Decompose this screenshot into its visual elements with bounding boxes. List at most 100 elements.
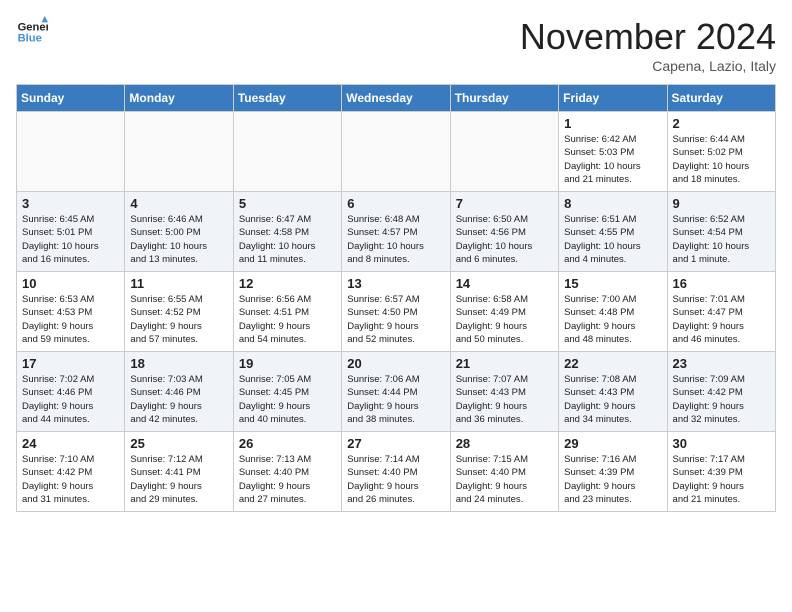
- day-number: 15: [564, 276, 661, 291]
- calendar-cell: 10Sunrise: 6:53 AM Sunset: 4:53 PM Dayli…: [17, 272, 125, 352]
- calendar-cell: 26 Sunrise: 7:13 AM Sunset: 4:40 PM Dayli…: [233, 432, 341, 512]
- day-info: Sunrise: 7:06 AM Sunset: 4:44 PM Dayligh…: [347, 373, 444, 426]
- day-info: Sunrise: 6:44 AM Sunset: 5:02 PM Dayligh…: [673, 133, 770, 186]
- day-number: 21: [456, 356, 553, 371]
- calendar-cell: 21 Sunrise: 7:07 AM Sunset: 4:43 PM Dayli…: [450, 352, 558, 432]
- calendar-cell: 25 Sunrise: 7:12 AM Sunset: 4:41 PM Dayli…: [125, 432, 233, 512]
- day-info: Sunrise: 6:55 AM Sunset: 4:52 PM Dayligh…: [130, 293, 227, 346]
- calendar-cell: [17, 112, 125, 192]
- calendar-cell: 18 Sunrise: 7:03 AM Sunset: 4:46 PM Dayli…: [125, 352, 233, 432]
- day-info: Sunrise: 6:57 AM Sunset: 4:50 PM Dayligh…: [347, 293, 444, 346]
- day-number: 14: [456, 276, 553, 291]
- calendar-cell: 29 Sunrise: 7:16 AM Sunset: 4:39 PM Dayli…: [559, 432, 667, 512]
- svg-text:Blue: Blue: [18, 33, 42, 45]
- weekday-header: Monday: [125, 85, 233, 112]
- calendar-week-row: 24 Sunrise: 7:10 AM Sunset: 4:42 PM Dayli…: [17, 432, 776, 512]
- calendar-cell: 9Sunrise: 6:52 AM Sunset: 4:54 PM Daylig…: [667, 192, 775, 272]
- day-number: 19: [239, 356, 336, 371]
- location: Capena, Lazio, Italy: [520, 58, 776, 74]
- day-info: Sunrise: 6:58 AM Sunset: 4:49 PM Dayligh…: [456, 293, 553, 346]
- calendar-week-row: 17 Sunrise: 7:02 AM Sunset: 4:46 PM Dayli…: [17, 352, 776, 432]
- calendar-cell: 4 Sunrise: 6:46 AM Sunset: 5:00 PM Daylig…: [125, 192, 233, 272]
- day-number: 9: [673, 196, 770, 211]
- calendar-week-row: 3 Sunrise: 6:45 AM Sunset: 5:01 PM Daylig…: [17, 192, 776, 272]
- day-info: Sunrise: 7:07 AM Sunset: 4:43 PM Dayligh…: [456, 373, 553, 426]
- day-number: 6: [347, 196, 444, 211]
- calendar-cell: 3 Sunrise: 6:45 AM Sunset: 5:01 PM Daylig…: [17, 192, 125, 272]
- day-number: 3: [22, 196, 119, 211]
- day-info: Sunrise: 7:01 AM Sunset: 4:47 PM Dayligh…: [673, 293, 770, 346]
- day-info: Sunrise: 7:16 AM Sunset: 4:39 PM Dayligh…: [564, 453, 661, 506]
- calendar-cell: 5 Sunrise: 6:47 AM Sunset: 4:58 PM Daylig…: [233, 192, 341, 272]
- day-info: Sunrise: 7:03 AM Sunset: 4:46 PM Dayligh…: [130, 373, 227, 426]
- day-info: Sunrise: 7:12 AM Sunset: 4:41 PM Dayligh…: [130, 453, 227, 506]
- calendar-table: SundayMondayTuesdayWednesdayThursdayFrid…: [16, 84, 776, 512]
- day-info: Sunrise: 7:17 AM Sunset: 4:39 PM Dayligh…: [673, 453, 770, 506]
- day-info: Sunrise: 7:15 AM Sunset: 4:40 PM Dayligh…: [456, 453, 553, 506]
- calendar-cell: [125, 112, 233, 192]
- weekday-header: Thursday: [450, 85, 558, 112]
- calendar-week-row: 10Sunrise: 6:53 AM Sunset: 4:53 PM Dayli…: [17, 272, 776, 352]
- logo: General Blue: [16, 16, 48, 48]
- calendar-cell: 30 Sunrise: 7:17 AM Sunset: 4:39 PM Dayli…: [667, 432, 775, 512]
- day-number: 7: [456, 196, 553, 211]
- day-number: 26: [239, 436, 336, 451]
- day-info: Sunrise: 7:00 AM Sunset: 4:48 PM Dayligh…: [564, 293, 661, 346]
- calendar-cell: [450, 112, 558, 192]
- day-number: 24: [22, 436, 119, 451]
- day-number: 20: [347, 356, 444, 371]
- calendar-cell: 13Sunrise: 6:57 AM Sunset: 4:50 PM Dayli…: [342, 272, 450, 352]
- day-number: 12: [239, 276, 336, 291]
- day-info: Sunrise: 6:46 AM Sunset: 5:00 PM Dayligh…: [130, 213, 227, 266]
- calendar-cell: [342, 112, 450, 192]
- calendar-cell: 27 Sunrise: 7:14 AM Sunset: 4:40 PM Dayli…: [342, 432, 450, 512]
- day-info: Sunrise: 6:45 AM Sunset: 5:01 PM Dayligh…: [22, 213, 119, 266]
- logo-icon: General Blue: [16, 16, 48, 48]
- weekday-header: Wednesday: [342, 85, 450, 112]
- day-info: Sunrise: 6:50 AM Sunset: 4:56 PM Dayligh…: [456, 213, 553, 266]
- day-number: 18: [130, 356, 227, 371]
- calendar-cell: 17 Sunrise: 7:02 AM Sunset: 4:46 PM Dayli…: [17, 352, 125, 432]
- day-number: 8: [564, 196, 661, 211]
- calendar-cell: 11 Sunrise: 6:55 AM Sunset: 4:52 PM Dayli…: [125, 272, 233, 352]
- day-info: Sunrise: 6:53 AM Sunset: 4:53 PM Dayligh…: [22, 293, 119, 346]
- calendar-cell: 19 Sunrise: 7:05 AM Sunset: 4:45 PM Dayli…: [233, 352, 341, 432]
- day-number: 5: [239, 196, 336, 211]
- day-number: 28: [456, 436, 553, 451]
- calendar-cell: 22Sunrise: 7:08 AM Sunset: 4:43 PM Dayli…: [559, 352, 667, 432]
- day-info: Sunrise: 6:48 AM Sunset: 4:57 PM Dayligh…: [347, 213, 444, 266]
- calendar-cell: 15 Sunrise: 7:00 AM Sunset: 4:48 PM Dayli…: [559, 272, 667, 352]
- day-info: Sunrise: 6:47 AM Sunset: 4:58 PM Dayligh…: [239, 213, 336, 266]
- day-number: 16: [673, 276, 770, 291]
- day-number: 25: [130, 436, 227, 451]
- weekday-header: Sunday: [17, 85, 125, 112]
- day-info: Sunrise: 7:05 AM Sunset: 4:45 PM Dayligh…: [239, 373, 336, 426]
- day-number: 17: [22, 356, 119, 371]
- day-info: Sunrise: 7:14 AM Sunset: 4:40 PM Dayligh…: [347, 453, 444, 506]
- calendar-cell: 20 Sunrise: 7:06 AM Sunset: 4:44 PM Dayli…: [342, 352, 450, 432]
- weekday-header: Friday: [559, 85, 667, 112]
- day-number: 11: [130, 276, 227, 291]
- weekday-header: Tuesday: [233, 85, 341, 112]
- day-info: Sunrise: 7:02 AM Sunset: 4:46 PM Dayligh…: [22, 373, 119, 426]
- svg-text:General: General: [18, 21, 48, 33]
- day-number: 29: [564, 436, 661, 451]
- day-info: Sunrise: 6:51 AM Sunset: 4:55 PM Dayligh…: [564, 213, 661, 266]
- day-info: Sunrise: 6:42 AM Sunset: 5:03 PM Dayligh…: [564, 133, 661, 186]
- day-info: Sunrise: 6:56 AM Sunset: 4:51 PM Dayligh…: [239, 293, 336, 346]
- calendar-cell: 1Sunrise: 6:42 AM Sunset: 5:03 PM Daylig…: [559, 112, 667, 192]
- calendar-week-row: 1Sunrise: 6:42 AM Sunset: 5:03 PM Daylig…: [17, 112, 776, 192]
- day-info: Sunrise: 7:10 AM Sunset: 4:42 PM Dayligh…: [22, 453, 119, 506]
- day-info: Sunrise: 7:13 AM Sunset: 4:40 PM Dayligh…: [239, 453, 336, 506]
- month-title: November 2024: [520, 16, 776, 58]
- day-number: 23: [673, 356, 770, 371]
- day-number: 4: [130, 196, 227, 211]
- calendar-cell: 23Sunrise: 7:09 AM Sunset: 4:42 PM Dayli…: [667, 352, 775, 432]
- day-number: 30: [673, 436, 770, 451]
- day-number: 2: [673, 116, 770, 131]
- day-number: 27: [347, 436, 444, 451]
- calendar-cell: 6 Sunrise: 6:48 AM Sunset: 4:57 PM Daylig…: [342, 192, 450, 272]
- day-number: 22: [564, 356, 661, 371]
- title-block: November 2024 Capena, Lazio, Italy: [520, 16, 776, 74]
- calendar-cell: [233, 112, 341, 192]
